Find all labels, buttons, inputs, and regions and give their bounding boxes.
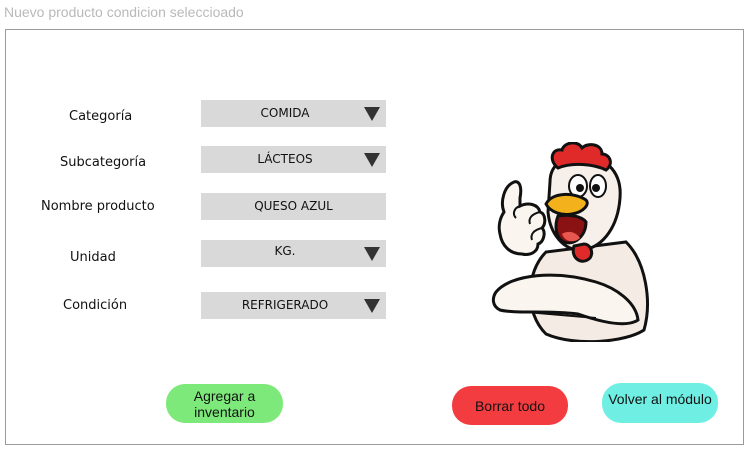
dropdown-arrow-icon <box>364 107 380 121</box>
dropdown-arrow-icon <box>364 299 380 313</box>
subcategory-label: Subcategoría <box>60 155 147 170</box>
condition-label: Condición <box>63 298 128 313</box>
window-title: Nuevo producto condicion seleccioado <box>4 4 244 20</box>
subcategory-value: LÁCTEOS <box>257 152 313 166</box>
rooster-thumbs-up-icon <box>491 142 649 342</box>
unit-select[interactable]: KG. <box>201 240 386 267</box>
product-name-label: Nombre producto <box>41 199 155 214</box>
unit-label: Unidad <box>70 250 116 265</box>
category-value: COMIDA <box>260 106 310 120</box>
subcategory-select[interactable]: LÁCTEOS <box>201 146 386 173</box>
clear-all-button[interactable]: Borrar todo <box>452 386 568 425</box>
condition-value: REFRIGERADO <box>241 298 329 312</box>
dropdown-arrow-icon <box>364 153 380 167</box>
category-label: Categoría <box>69 109 133 124</box>
add-button-label-line1: Agregar a <box>193 387 256 404</box>
add-to-inventory-button[interactable]: Agregar a inventario <box>166 384 283 423</box>
dropdown-arrow-icon <box>364 247 380 261</box>
category-select[interactable]: COMIDA <box>201 100 386 127</box>
condition-select[interactable]: REFRIGERADO <box>201 292 386 319</box>
product-name-value: QUESO AZUL <box>254 199 333 213</box>
product-name-input[interactable]: QUESO AZUL <box>201 193 386 220</box>
unit-value: KG. <box>274 244 296 258</box>
add-button-label-line2: inventario <box>194 403 255 420</box>
back-to-module-button[interactable]: Volver al módulo <box>602 383 718 423</box>
